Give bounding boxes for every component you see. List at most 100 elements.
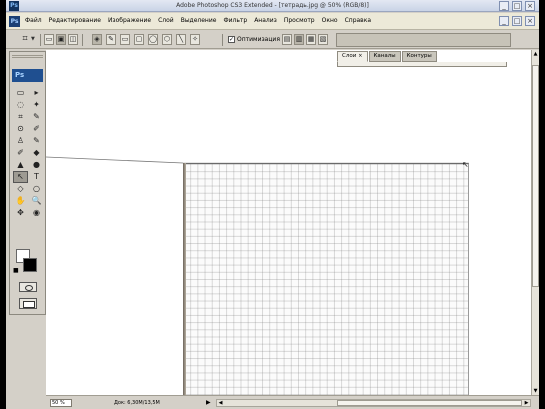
polygon-shape-button[interactable]: ⬡ [162,34,172,45]
menu-image[interactable]: Изображение [108,17,151,24]
type-tool-icon[interactable]: T [29,171,44,183]
move-tool-icon[interactable]: ▸ [29,87,44,99]
minimize-button[interactable]: _ [499,1,509,11]
foreground-color-swatch[interactable] [23,258,37,272]
zoom-field[interactable]: 50 % [50,399,72,407]
crop-tool-icon[interactable]: ⌗ [20,34,30,45]
pen-mode-button[interactable]: ✎ [106,34,116,45]
status-menu-arrow-icon[interactable]: ▶ [206,399,211,407]
paint-bucket-tool-icon[interactable]: ◆ [29,147,44,159]
scroll-up-icon[interactable]: ▲ [532,50,539,58]
palette-well [336,33,511,47]
custom-shape-button[interactable]: ✧ [190,34,200,45]
shape-tool-icon[interactable]: ○ [29,183,44,195]
slice-tool-icon[interactable]: ✎ [29,111,44,123]
menu-view[interactable]: Просмотр [284,17,315,24]
tab-layers-label: Слои [342,53,357,59]
vertical-scroll-thumb[interactable] [532,65,539,287]
antialias-checkbox[interactable]: ✓ [228,36,235,43]
mode-button-4[interactable]: ▧ [318,34,328,45]
vertical-scrollbar[interactable]: ▲ ▼ [531,50,539,395]
window-controls: _ □ × [499,1,535,11]
pen-tool-icon[interactable]: ◇ [13,183,28,195]
menu-file[interactable]: Файл [25,17,42,24]
path-mode-button[interactable]: ◈ [92,34,102,45]
toolbox: Ps ▭ ▸ ◌ ✦ ⌗ ✎ ⊙ ✐ ♙ ✎ ✐ ◆ ▲ ● ↖ T ◇ ○ ✋… [9,51,46,315]
layers-panel-body [337,62,507,67]
clone-stamp-tool-icon[interactable]: ♙ [13,135,28,147]
dodge-tool-icon[interactable]: ● [29,159,44,171]
crop-tool-icon[interactable]: ⌗ [13,111,28,123]
tab-close-icon[interactable]: × [358,53,362,59]
healing-brush-tool-icon[interactable]: ⊙ [13,123,28,135]
tab-paths[interactable]: Контуры [401,51,437,62]
menu-analysis[interactable]: Анализ [254,17,277,24]
tab-channels-label: Каналы [373,53,396,59]
document-edge-shadow [183,163,186,396]
add-selection-button[interactable]: ▣ [56,34,66,45]
ellipse-shape-button[interactable]: ◯ [148,34,158,45]
path-selection-tool-icon[interactable]: ↖ [13,171,28,183]
toolbox-grip[interactable] [12,55,43,58]
maximize-button[interactable]: □ [512,1,522,11]
scroll-right-icon[interactable]: ▶ [523,400,530,406]
ps-menu-icon: Ps [9,16,20,27]
eraser-tool-icon[interactable]: ✐ [13,147,28,159]
layers-panel-tabs: Слои × Каналы Контуры [337,51,507,62]
zoom-tool-icon[interactable]: ◉ [29,207,44,219]
status-bar: 50 % Док: 6,30M/13,5M ▶ ◀ ▶ [46,395,539,409]
history-brush-tool-icon[interactable]: ✎ [29,135,44,147]
default-colors-icon[interactable]: ■ [13,268,19,274]
rounded-rect-shape-button[interactable]: ▢ [134,34,144,45]
menu-edit[interactable]: Редактирование [49,17,101,24]
menu-filter[interactable]: Фильтр [223,17,247,24]
magic-wand-tool-icon[interactable]: ✦ [29,99,44,111]
menu-bar: Ps Файл Редактирование Изображение Слой … [6,13,539,30]
horizontal-scroll-thumb[interactable] [337,400,522,406]
options-separator [222,34,223,46]
menu-layer[interactable]: Слой [158,17,174,24]
quick-mask-button[interactable] [19,282,37,292]
brush-tool-icon[interactable]: ✐ [29,123,44,135]
horizontal-scrollbar[interactable]: ◀ ▶ [216,399,531,407]
close-button[interactable]: × [525,1,535,11]
scroll-down-icon[interactable]: ▼ [532,387,539,395]
document-canvas-grid-paper[interactable] [183,163,469,396]
rectangle-shape-button[interactable]: ▭ [120,34,130,45]
tool-preset-arrow-icon[interactable]: ▼ [31,36,35,42]
doc-maximize-button[interactable]: □ [512,16,522,26]
subtract-selection-button[interactable]: ◫ [68,34,78,45]
lasso-tool-icon[interactable]: ◌ [13,99,28,111]
options-bar: ⌗ ▼ ▭ ▣ ◫ ◈ ✎ ▭ ▢ ◯ ⬡ ╲ ✧ ✓ Оптимизация … [6,31,539,49]
screen-mode-button[interactable] [19,298,37,309]
options-separator [82,34,83,46]
marquee-tool-icon[interactable]: ▭ [13,87,28,99]
mode-button-2[interactable]: ▥ [294,34,304,45]
eyedropper-tool-icon[interactable]: 🔍 [29,195,44,207]
hand-tool-icon[interactable]: ✥ [13,207,28,219]
mode-button-3[interactable]: ▦ [306,34,316,45]
doc-close-button[interactable]: × [525,16,535,26]
toolbox-ps-logo[interactable]: Ps [12,69,43,82]
photoshop-window: Ps Adobe Photoshop CS3 Extended - [тетра… [6,0,539,409]
antialias-label: Оптимизация [237,36,280,43]
menu-window[interactable]: Окно [322,17,338,24]
document-window-controls: _ □ × [499,16,535,26]
tab-channels[interactable]: Каналы [368,51,401,62]
notes-tool-icon[interactable]: ✋ [13,195,28,207]
line-shape-button[interactable]: ╲ [176,34,186,45]
menu-help[interactable]: Справка [345,17,371,24]
tab-layers[interactable]: Слои × [337,51,368,62]
cursor-icon: ↖ [462,160,469,169]
document-info: Док: 6,30M/13,5M [114,400,160,406]
menu-select[interactable]: Выделение [181,17,217,24]
blur-tool-icon[interactable]: ▲ [13,159,28,171]
mode-button-1[interactable]: ▤ [282,34,292,45]
scroll-left-icon[interactable]: ◀ [217,400,224,406]
doc-minimize-button[interactable]: _ [499,16,509,26]
options-separator [40,34,41,46]
new-selection-button[interactable]: ▭ [44,34,54,45]
title-bar: Ps Adobe Photoshop CS3 Extended - [тетра… [6,0,539,12]
menu-items: Файл Редактирование Изображение Слой Выд… [25,17,371,24]
window-title: Adobe Photoshop CS3 Extended - [тетрадь.… [176,2,369,9]
